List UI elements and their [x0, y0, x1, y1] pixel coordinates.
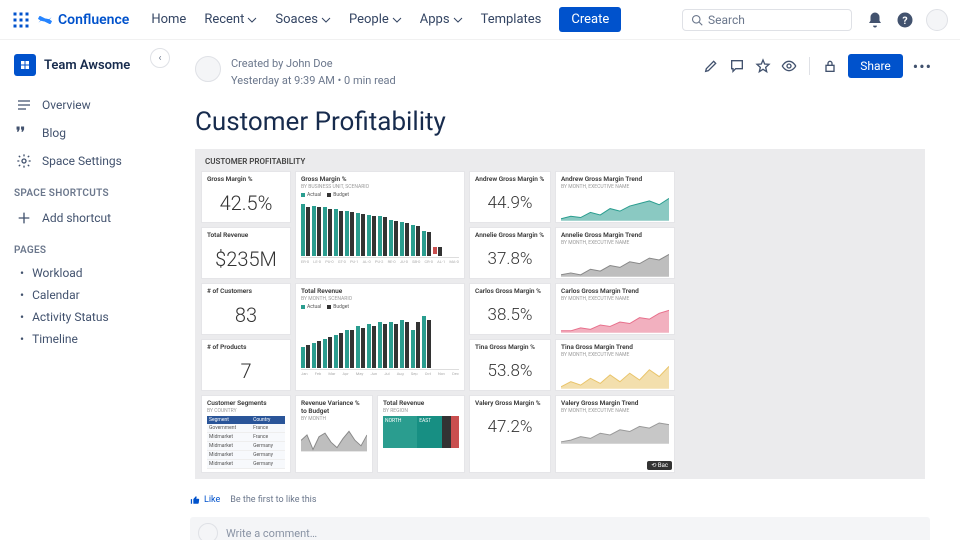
more-actions-icon[interactable]: •••: [913, 57, 932, 76]
sidebar-page-item[interactable]: Timeline: [14, 328, 152, 350]
svg-text:?: ?: [902, 13, 907, 26]
restrict-icon[interactable]: [822, 58, 838, 74]
like-icon[interactable]: [190, 495, 200, 505]
dash-card: Total Revenue$235M: [201, 227, 291, 279]
confluence-logo[interactable]: Confluence: [36, 11, 129, 29]
chevron-down-icon: [321, 15, 331, 25]
profile-avatar[interactable]: [926, 9, 948, 31]
comment-icon[interactable]: [729, 58, 745, 74]
gear-icon: [16, 153, 32, 169]
chevron-down-icon: [247, 15, 257, 25]
app-switcher-icon[interactable]: [12, 11, 30, 29]
comment-avatar: [198, 523, 218, 540]
share-button[interactable]: Share: [848, 54, 903, 78]
dash-card: Valery Gross Margin %47.2%: [469, 395, 551, 473]
sidebar-page-item[interactable]: Activity Status: [14, 306, 152, 328]
blog-icon: ❜❜: [16, 125, 32, 141]
top-navigation: Confluence Home Recent Soaces People App…: [0, 0, 960, 40]
first-like: Be the first to like this: [230, 495, 316, 505]
dash-card: Gross Margin %42.5%: [201, 171, 291, 223]
sidebar-overview[interactable]: Overview: [14, 92, 152, 118]
overview-icon: [16, 97, 32, 113]
space-header[interactable]: Team Awsome: [14, 54, 152, 76]
dash-card: Carlos Gross Margin %38.5%: [469, 283, 551, 335]
shortcuts-heading: SPACE SHORTCUTS: [14, 188, 152, 199]
nav-people[interactable]: People: [341, 8, 410, 31]
search-input[interactable]: Search: [682, 9, 852, 31]
notifications-icon[interactable]: [866, 11, 884, 29]
space-name: Team Awsome: [44, 58, 130, 73]
plus-icon: [16, 210, 32, 226]
page-content: Share ••• Created by John Doe Yesterday …: [160, 40, 960, 540]
like-label[interactable]: Like: [204, 495, 220, 505]
chevron-down-icon: [453, 15, 463, 25]
dash-card: Customer SegmentsBY COUNTRYSegmentCountr…: [201, 395, 291, 473]
nav-apps[interactable]: Apps: [412, 8, 471, 31]
like-row: Like Be the first to like this: [160, 495, 960, 505]
dash-card: Total RevenueBY REGIONNORTHEAST: [377, 395, 465, 473]
sidebar-settings[interactable]: Space Settings: [14, 148, 152, 174]
dash-card: # of Customers83: [201, 283, 291, 335]
search-icon: [691, 14, 703, 26]
page-title: Customer Profitability: [195, 107, 925, 137]
dash-card: Annelie Gross Margin TrendBY MONTH, EXEC…: [555, 227, 675, 279]
dashboard-embed: CUSTOMER PROFITABILITY Gross Margin %42.…: [195, 149, 925, 479]
dash-card: Total RevenueBY MONTH, SCENARIOActualBud…: [295, 283, 465, 391]
confluence-icon: [36, 11, 54, 29]
author-avatar[interactable]: [195, 56, 221, 82]
help-icon[interactable]: ?: [896, 11, 914, 29]
dash-title: CUSTOMER PROFITABILITY: [201, 155, 919, 171]
dash-card: Andrew Gross Margin %44.9%: [469, 171, 551, 223]
comment-input[interactable]: Write a comment…: [190, 517, 930, 540]
sidebar-page-item[interactable]: Workload: [14, 262, 152, 284]
nav-templates[interactable]: Templates: [473, 8, 550, 31]
comment-placeholder: Write a comment…: [226, 527, 317, 540]
created-by: Created by John Doe: [231, 56, 396, 73]
dash-card: Tina Gross Margin TrendBY MONTH, EXECUTI…: [555, 339, 675, 391]
dash-card: Andrew Gross Margin TrendBY MONTH, EXECU…: [555, 171, 675, 223]
nav-spaces[interactable]: Soaces: [267, 8, 339, 31]
page-actions: Share •••: [703, 54, 932, 78]
dash-card: Annelie Gross Margin %37.8%: [469, 227, 551, 279]
dash-card: Gross Margin %BY BUSINESS UNIT, SCENARIO…: [295, 171, 465, 279]
sidebar-blog[interactable]: ❜❜Blog: [14, 120, 152, 146]
search-placeholder: Search: [708, 13, 745, 27]
sidebar-page-item[interactable]: Calendar: [14, 284, 152, 306]
separator: [809, 57, 810, 75]
nav-recent[interactable]: Recent: [196, 8, 265, 31]
app-name: Confluence: [58, 12, 129, 28]
star-icon[interactable]: [755, 58, 771, 74]
dash-card: Tina Gross Margin %53.8%: [469, 339, 551, 391]
dash-card: Carlos Gross Margin TrendBY MONTH, EXECU…: [555, 283, 675, 335]
add-shortcut[interactable]: Add shortcut: [14, 205, 152, 231]
create-button[interactable]: Create: [559, 7, 621, 32]
nav-home[interactable]: Home: [143, 8, 194, 31]
dash-card: Valery Gross Margin TrendBY MONTH, EXECU…: [555, 395, 675, 473]
dash-card: Revenue Variance % to BudgetBY MONTH: [295, 395, 373, 473]
watch-icon[interactable]: [781, 58, 797, 74]
dash-card: # of Products7: [201, 339, 291, 391]
space-icon: [14, 54, 36, 76]
edit-icon[interactable]: [703, 58, 719, 74]
chevron-down-icon: [392, 15, 402, 25]
sidebar: ‹ Team Awsome Overview ❜❜Blog Space Sett…: [0, 40, 160, 540]
nav-links: Home Recent Soaces People Apps Templates: [143, 8, 549, 31]
page-meta: Yesterday at 9:39 AM • 0 min read: [231, 73, 396, 90]
pages-heading: PAGES: [14, 245, 152, 256]
